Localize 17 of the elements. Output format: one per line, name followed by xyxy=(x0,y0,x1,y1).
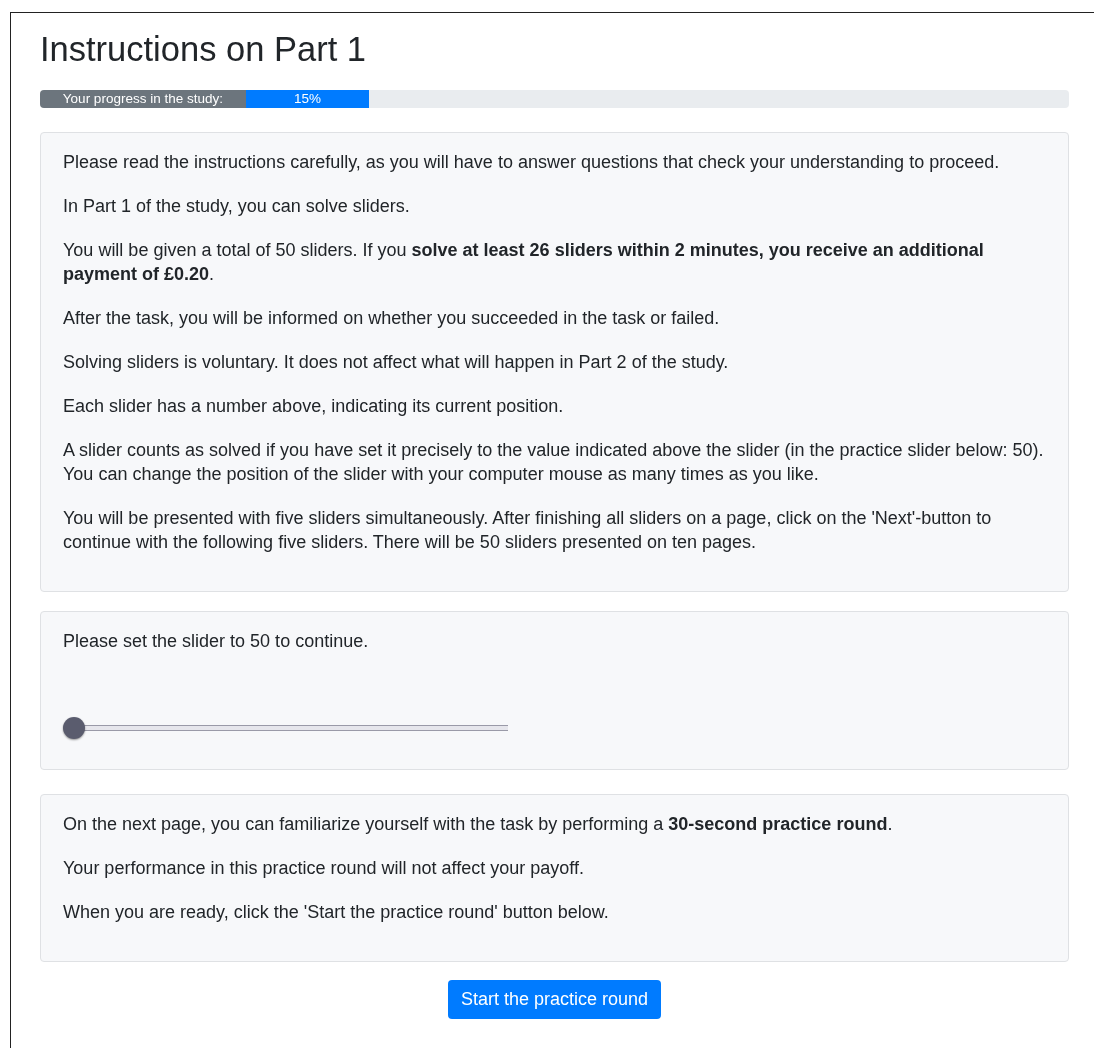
slider-thumb[interactable] xyxy=(63,717,85,740)
info-text: When you are ready, click the 'Start the practice round' button below. xyxy=(63,901,610,925)
instruction-text: In Part 1 of the study, you can solve sliders. xyxy=(63,195,411,219)
instruction-text: Solving sliders is voluntary. It does not affect what will happen in Part 2 of the study. xyxy=(63,351,730,375)
start-practice-button[interactable]: Start the practice round xyxy=(447,980,662,1020)
info-text: On the next page, you can familiarize yourself with the task by performing a 30-second practice round. xyxy=(63,813,894,837)
instruction-text: Please read the instructions carefully, as you will have to answer questions that check your understanding to proceed. xyxy=(63,151,1001,175)
instruction-text: Each slider has a number above, indicating its current position. xyxy=(63,395,565,419)
instruction-text: A slider counts as solved if you have set it precisely to the value indicated above the slider (in the practice slider below: 50). You can change the position of the slider with your computer mouse as many times as you like. xyxy=(63,439,1045,487)
progress-fill: 15% xyxy=(245,90,370,109)
info-text: Your performance in this practice round will not affect your payoff. xyxy=(63,857,585,881)
page-title: Instructions on Part 1 xyxy=(40,29,367,70)
instruction-text: You will be presented with five sliders simultaneously. After finishing all sliders on a page, click on the 'Next'-button to continue with the following five sliders. There will be 50 sliders presented on ten pages. xyxy=(63,507,993,555)
instruction-text: You will be given a total of 50 sliders. If you solve at least 26 sliders within 2 minutes, you receive an additional payment of £0.20. xyxy=(63,239,985,287)
slider-prompt: Please set the slider to 50 to continue. xyxy=(63,630,370,654)
instruction-text: After the task, you will be informed on whether you succeeded in the task or failed. xyxy=(63,307,721,331)
progress-label: Your progress in the study: xyxy=(40,90,246,109)
